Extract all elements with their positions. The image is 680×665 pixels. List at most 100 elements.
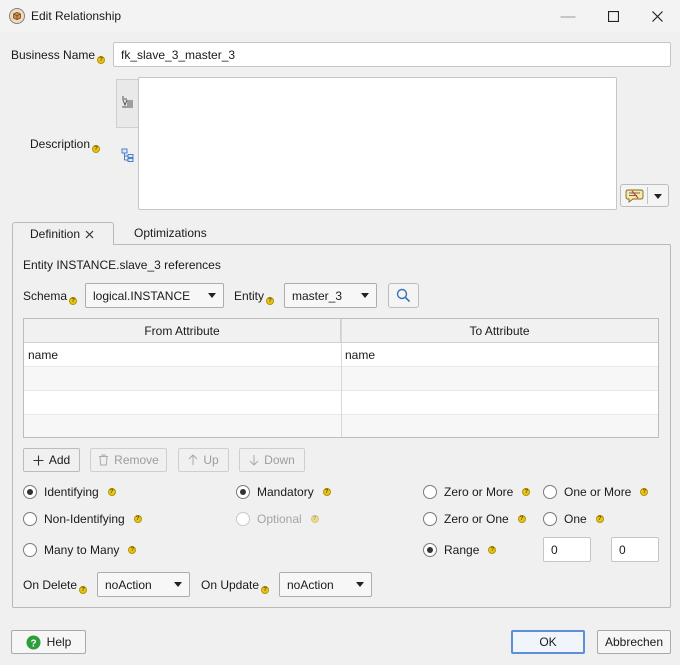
on-delete-label: On Delete? (23, 578, 88, 594)
one-or-more-radio[interactable] (543, 485, 557, 499)
range-max-value: 0 (619, 542, 626, 557)
minimize-button[interactable]: — (545, 0, 591, 32)
up-button[interactable]: Up (178, 448, 229, 472)
mandatory-radio[interactable] (236, 485, 250, 499)
schema-label: Schema? (23, 289, 78, 305)
mandatory-label: Mandatory (257, 485, 314, 499)
from-attribute-cell[interactable] (24, 367, 28, 391)
help-icon: ? (133, 515, 142, 523)
tree-structure-icon[interactable] (121, 148, 134, 162)
close-tab-icon[interactable] (85, 230, 94, 239)
schema-select-value: logical.INSTANCE (93, 288, 191, 303)
identifying-label: Identifying (44, 485, 99, 499)
tab-optimizations[interactable]: Optimizations (134, 226, 207, 240)
comment-dropdown-button[interactable] (620, 184, 669, 207)
help-icon: ? (92, 145, 101, 153)
split-divider (647, 187, 648, 204)
from-attribute-cell[interactable] (24, 391, 28, 415)
zero-or-one-radio[interactable] (423, 512, 437, 526)
on-delete-label-text: On Delete (23, 578, 78, 592)
schema-label-text: Schema (23, 289, 68, 303)
chevron-down-icon (174, 582, 182, 587)
down-button[interactable]: Down (239, 448, 305, 472)
description-textarea[interactable] (138, 77, 617, 210)
entity-search-button[interactable] (388, 283, 419, 308)
plus-icon (33, 455, 44, 465)
on-delete-select[interactable]: noAction (97, 572, 190, 597)
help-icon: ? (488, 546, 497, 554)
help-button-label: Help (46, 635, 72, 649)
app-icon (9, 8, 25, 24)
speech-bubble-icon (625, 189, 644, 203)
schema-select[interactable]: logical.INSTANCE (85, 283, 224, 308)
entity-label-text: Entity (234, 289, 265, 303)
help-circle-icon: ? (26, 635, 41, 649)
search-icon (396, 288, 411, 303)
on-update-select[interactable]: noAction (279, 572, 372, 597)
help-icon: ? (322, 488, 331, 496)
help-icon: ? (517, 515, 526, 523)
maximize-button[interactable] (590, 0, 636, 32)
range-radio[interactable] (423, 543, 437, 557)
help-icon: ? (79, 586, 88, 594)
help-icon: ? (97, 56, 106, 64)
entity-select-value: master_3 (292, 288, 343, 303)
cancel-button[interactable]: Abbrechen (597, 630, 671, 654)
remove-button[interactable]: Remove (90, 448, 167, 472)
text-format-icon[interactable] (121, 96, 134, 108)
ok-button[interactable]: OK (511, 630, 585, 654)
range-min-input[interactable]: 0 (543, 537, 591, 562)
tab-definition[interactable]: Definition (12, 222, 114, 245)
column-header-to[interactable]: To Attribute (341, 319, 658, 343)
non-identifying-option[interactable]: Non-Identifying ? (23, 512, 142, 526)
svg-text:?: ? (30, 638, 36, 649)
help-icon: ? (69, 297, 78, 305)
identifying-radio[interactable] (23, 485, 37, 499)
chevron-down-icon (654, 194, 662, 199)
window-title: Edit Relationship (31, 9, 122, 23)
range-label: Range (444, 543, 480, 557)
identifying-option[interactable]: Identifying ? (23, 485, 116, 499)
to-attribute-cell[interactable]: name (341, 343, 375, 367)
from-attribute-cell[interactable] (24, 415, 28, 439)
help-icon: ? (595, 515, 604, 523)
optional-label: Optional (257, 512, 302, 526)
entity-select[interactable]: master_3 (284, 283, 377, 308)
mandatory-option[interactable]: Mandatory ? (236, 485, 331, 499)
range-max-input[interactable]: 0 (611, 537, 659, 562)
optional-option: Optional ? (236, 512, 319, 526)
one-option[interactable]: One ? (543, 512, 604, 526)
help-button[interactable]: ? Help (11, 630, 86, 654)
ok-button-label: OK (539, 635, 557, 649)
close-icon (651, 10, 663, 22)
on-update-label-text: On Update (201, 578, 260, 592)
from-attribute-cell[interactable]: name (24, 343, 58, 367)
non-identifying-radio[interactable] (23, 512, 37, 526)
help-icon: ? (522, 488, 531, 496)
zero-or-one-option[interactable]: Zero or One ? (423, 512, 526, 526)
zero-or-more-radio[interactable] (423, 485, 437, 499)
arrow-up-icon (188, 454, 198, 465)
close-button[interactable] (634, 0, 680, 32)
help-icon: ? (640, 488, 649, 496)
help-icon: ? (128, 546, 137, 554)
add-button[interactable]: Add (23, 448, 80, 472)
one-radio[interactable] (543, 512, 557, 526)
zero-or-more-option[interactable]: Zero or More ? (423, 485, 531, 499)
business-name-label-text: Business Name (11, 48, 96, 62)
many-to-many-option[interactable]: Many to Many ? (23, 543, 137, 557)
business-name-input[interactable]: fk_slave_3_master_3 (113, 42, 671, 67)
cancel-button-label: Abbrechen (604, 635, 664, 649)
maximize-icon (607, 10, 619, 22)
trash-icon (99, 454, 109, 466)
chevron-down-icon (208, 293, 216, 298)
help-icon: ? (261, 586, 270, 594)
attribute-table: From Attribute To Attribute name name (23, 318, 659, 438)
on-update-select-value: noAction (287, 577, 334, 592)
range-option[interactable]: Range ? (423, 543, 497, 557)
column-header-from[interactable]: From Attribute (24, 319, 341, 343)
non-identifying-label: Non-Identifying (44, 512, 125, 526)
one-or-more-option[interactable]: One or More ? (543, 485, 649, 499)
many-to-many-radio[interactable] (23, 543, 37, 557)
tab-definition-label: Definition (30, 227, 81, 241)
